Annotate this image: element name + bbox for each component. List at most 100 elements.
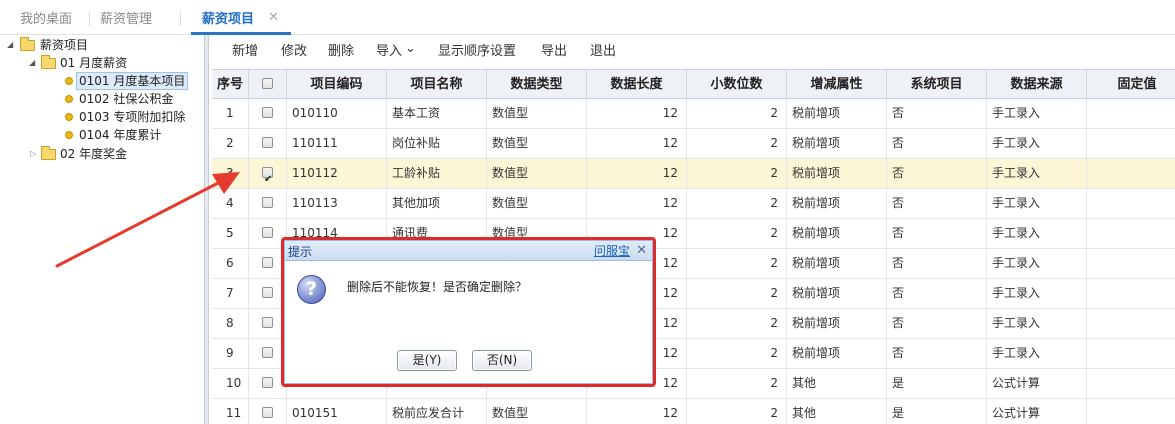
row-checkbox[interactable]	[262, 257, 273, 268]
folder-open-icon	[20, 37, 35, 51]
collapse-triangle-icon[interactable]: ◢	[29, 54, 35, 72]
cell-source: 手工录入	[987, 129, 1087, 158]
cell-system: 否	[887, 189, 987, 218]
cell-index: 2	[212, 129, 249, 158]
col-header-fixed[interactable]: 固定值	[1087, 70, 1175, 99]
cell-length: 12	[587, 99, 687, 128]
tree-node-0101[interactable]: 0101 月度基本项目	[0, 72, 200, 90]
row-checkbox[interactable]	[262, 377, 273, 388]
cell-code: 110113	[287, 189, 387, 218]
export-button[interactable]: 导出	[541, 35, 567, 69]
row-checkbox[interactable]	[262, 407, 273, 418]
cell-name: 税前应发合计	[387, 399, 487, 424]
yes-button[interactable]: 是(Y)	[397, 350, 457, 371]
cell-index: 5	[212, 219, 249, 248]
select-all-checkbox[interactable]	[262, 78, 273, 89]
tree-node-0104[interactable]: 0104 年度累计	[0, 126, 200, 144]
cell-decimals: 2	[687, 99, 787, 128]
tree-node-annual-bonus[interactable]: ▷ 02 年度奖金	[0, 145, 200, 163]
cell-index: 7	[212, 279, 249, 308]
tree-node-0103[interactable]: 0103 专项附加扣除	[0, 108, 200, 126]
folder-icon	[41, 146, 56, 160]
tab-salary-items[interactable]: 薪资项目	[202, 0, 254, 35]
col-header-code[interactable]: 项目编码	[287, 70, 387, 99]
col-header-name[interactable]: 项目名称	[387, 70, 487, 99]
cell-attr: 税前增项	[787, 279, 887, 308]
cell-index: 10	[212, 369, 249, 398]
col-header-attr[interactable]: 增减属性	[787, 70, 887, 99]
row-checkbox[interactable]	[262, 107, 273, 118]
tab-salary-management[interactable]: 薪资管理	[100, 0, 152, 35]
cell-select[interactable]	[249, 99, 287, 128]
splitter-handle[interactable]	[204, 35, 209, 424]
edit-button[interactable]: 修改	[281, 35, 307, 69]
cell-select[interactable]	[249, 159, 287, 188]
tab-my-desktop[interactable]: 我的桌面	[20, 0, 72, 35]
cell-fixed	[1087, 339, 1175, 368]
cell-type: 数值型	[487, 399, 587, 424]
expand-triangle-icon[interactable]: ▷	[30, 145, 36, 163]
table-row[interactable]: 1 010110 基本工资 数值型 12 2 税前增项否手工录入	[212, 99, 1175, 129]
col-header-decimals[interactable]: 小数位数	[687, 70, 787, 99]
table-row[interactable]: 11 010151 税前应发合计 数值型 12 2 其他是公式计算	[212, 399, 1175, 424]
col-header-select-all[interactable]	[249, 70, 287, 99]
cell-attr: 税前增项	[787, 249, 887, 278]
close-icon[interactable]: ✕	[636, 241, 647, 261]
row-checkbox[interactable]	[262, 227, 273, 238]
delete-button[interactable]: 删除	[328, 35, 354, 69]
cell-name: 岗位补贴	[387, 129, 487, 158]
display-order-button[interactable]: 显示顺序设置	[438, 35, 516, 69]
import-button[interactable]: 导入 ⌄	[376, 35, 416, 69]
row-checkbox[interactable]	[262, 317, 273, 328]
tree-node-monthly[interactable]: ◢ 01 月度薪资	[0, 54, 200, 72]
col-header-type[interactable]: 数据类型	[487, 70, 587, 99]
cell-source: 手工录入	[987, 189, 1087, 218]
tree-node-label: 01 月度薪资	[60, 56, 128, 70]
col-header-index[interactable]: 序号	[212, 70, 249, 99]
cell-attr: 税前增项	[787, 309, 887, 338]
cell-source: 手工录入	[987, 279, 1087, 308]
cell-decimals: 2	[687, 189, 787, 218]
exit-button[interactable]: 退出	[590, 35, 616, 69]
leaf-dot-icon	[65, 131, 73, 139]
cell-name: 其他加项	[387, 189, 487, 218]
tree-node-0102[interactable]: 0102 社保公积金	[0, 90, 200, 108]
cell-system: 否	[887, 339, 987, 368]
row-checkbox[interactable]	[262, 197, 273, 208]
dialog-help-link[interactable]: 问服宝	[594, 241, 630, 261]
row-checkbox[interactable]	[262, 137, 273, 148]
cell-attr: 税前增项	[787, 99, 887, 128]
row-checkbox[interactable]	[262, 165, 273, 188]
cell-index: 4	[212, 189, 249, 218]
confirm-delete-dialog: 提示 问服宝 ✕ ? 删除后不能恢复！是否确定删除？ 是(Y) 否(N)	[284, 240, 653, 384]
folder-open-icon	[41, 55, 56, 69]
table-row[interactable]: 4 110113 其他加项 数值型 12 2 税前增项否手工录入	[212, 189, 1175, 219]
cell-decimals: 2	[687, 309, 787, 338]
cell-select[interactable]	[249, 399, 287, 424]
cell-fixed	[1087, 159, 1175, 188]
cell-index: 11	[212, 399, 249, 424]
cell-select[interactable]	[249, 129, 287, 158]
cell-code: 110111	[287, 129, 387, 158]
tree-node-label: 0103 专项附加扣除	[79, 110, 186, 124]
row-checkbox[interactable]	[262, 347, 273, 358]
cell-attr: 税前增项	[787, 159, 887, 188]
add-button[interactable]: 新增	[232, 35, 258, 69]
collapse-triangle-icon[interactable]: ◢	[7, 36, 13, 54]
cell-source: 公式计算	[987, 369, 1087, 398]
col-header-source[interactable]: 数据来源	[987, 70, 1087, 99]
col-header-system[interactable]: 系统项目	[887, 70, 987, 99]
no-button[interactable]: 否(N)	[472, 350, 532, 371]
table-row[interactable]: 3 110112工龄补贴数值型122税前增项否手工录入	[212, 159, 1175, 189]
cell-source: 手工录入	[987, 309, 1087, 338]
row-checkbox[interactable]	[262, 287, 273, 298]
cell-type: 数值型	[487, 99, 587, 128]
cell-length: 12	[587, 129, 687, 158]
tree-node-root[interactable]: ◢ 薪资项目	[0, 36, 200, 54]
tab-close-icon[interactable]: ✕	[268, 11, 279, 25]
col-header-length[interactable]: 数据长度	[587, 70, 687, 99]
cell-select[interactable]	[249, 189, 287, 218]
table-row[interactable]: 2 110111 岗位补贴 数值型 12 2 税前增项否手工录入	[212, 129, 1175, 159]
cell-source: 手工录入	[987, 219, 1087, 248]
dialog-titlebar[interactable]: 提示 问服宝 ✕	[285, 241, 652, 261]
